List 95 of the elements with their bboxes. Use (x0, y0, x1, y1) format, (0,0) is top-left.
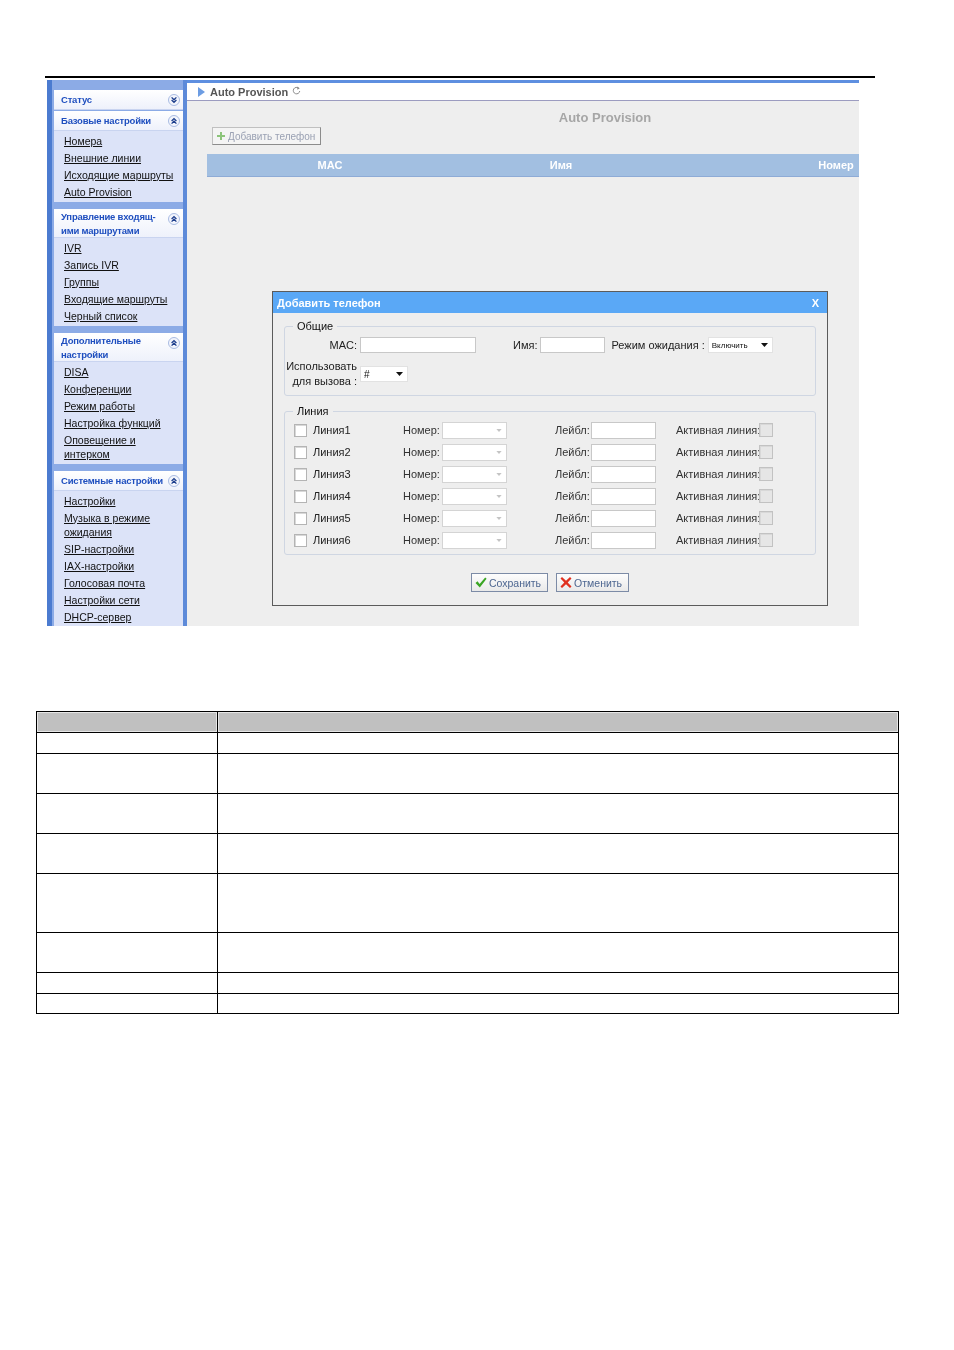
panel-title[interactable]: Статус (61, 93, 92, 107)
label-field[interactable] (591, 531, 656, 549)
triangle-icon (198, 86, 205, 97)
field-label: Номер: (403, 534, 441, 546)
plus-icon (217, 132, 225, 140)
sidebar-link[interactable]: IAX-настройки (64, 557, 135, 574)
label-field[interactable] (591, 443, 656, 461)
field-label: Номер: (403, 468, 441, 480)
caret-icon (760, 343, 768, 347)
sidebar-link[interactable]: DHCP-сервер (64, 608, 132, 625)
sidebar-link[interactable]: Исходящие маршруты (64, 166, 174, 183)
panel-title[interactable]: Дополнительные настройки (61, 334, 167, 361)
sidebar-link[interactable]: DISA (64, 363, 89, 380)
line-label: Линия5 (313, 512, 352, 524)
checkbox[interactable] (294, 423, 307, 437)
name-field[interactable] (540, 337, 606, 353)
field-label: Номер: (403, 424, 441, 436)
cross-icon (560, 577, 573, 588)
sidebar-link[interactable]: Оповещение и интерком (64, 431, 175, 462)
field-label: MAC: (328, 339, 357, 351)
label-field[interactable] (591, 465, 656, 483)
field-label: Лейбл: (555, 468, 591, 480)
panel-title[interactable]: Системные настройки (61, 474, 163, 488)
field-label: Лейбл: (555, 512, 591, 524)
sidebar-link[interactable]: Auto Provision (64, 183, 132, 200)
line-label: Линия3 (313, 468, 352, 480)
caret-icon (496, 538, 502, 542)
line-label: Линия6 (313, 534, 352, 546)
panel-title[interactable]: Управление входящ-ими маршрутами (61, 210, 167, 237)
caret-icon (496, 450, 502, 454)
sidebar-link[interactable]: Режим работы (64, 397, 135, 414)
label-field[interactable] (591, 509, 656, 527)
field-label: Номер: (403, 512, 441, 524)
double-chevron-up-icon[interactable] (168, 475, 180, 487)
line-label: Линия4 (313, 490, 352, 502)
field-label: Активная линия: (676, 468, 759, 480)
hold-mode-select[interactable]: Включить (707, 337, 773, 353)
sidebar-link[interactable]: Номера (64, 132, 103, 149)
double-chevron-up-icon[interactable] (168, 337, 180, 349)
caret-icon (396, 372, 403, 376)
caret-icon (496, 516, 502, 520)
fieldset-legend: Общие (293, 320, 338, 332)
fieldset-legend: Линия (293, 405, 333, 417)
field-label: Активная линия: (676, 490, 759, 502)
page-heading: Auto Provision (557, 109, 653, 126)
field-label: Использовать для вызова : (285, 359, 357, 389)
field-label: Лейбл: (555, 446, 591, 458)
mac-field[interactable] (360, 337, 476, 353)
checkbox[interactable] (294, 511, 307, 525)
check-icon (474, 577, 487, 588)
call-key-select[interactable]: # (360, 366, 408, 382)
double-chevron-down-icon[interactable] (168, 94, 180, 106)
field-label: Лейбл: (555, 424, 591, 436)
double-chevron-up-icon[interactable] (168, 115, 180, 127)
sidebar-link[interactable]: Входящие маршруты (64, 290, 168, 307)
save-button[interactable]: Сохранить (470, 573, 549, 592)
field-label: Активная линия: (676, 424, 759, 436)
sidebar-link[interactable]: Конференции (64, 380, 132, 397)
sidebar-link[interactable]: Настройка функций (64, 414, 161, 431)
sidebar-link[interactable]: Черный список (64, 307, 138, 324)
refresh-icon[interactable] (292, 85, 302, 95)
panel-title[interactable]: Базовые настройки (61, 114, 151, 128)
checkbox[interactable] (294, 489, 307, 503)
line-label: Линия1 (313, 424, 352, 436)
field-label: Имя: (513, 339, 538, 351)
label-field[interactable] (591, 421, 656, 439)
sidebar-link[interactable]: Настройки сети (64, 591, 140, 608)
sidebar-link[interactable]: Запись IVR (64, 256, 119, 273)
sidebar-link[interactable]: Группы (64, 273, 99, 290)
checkbox[interactable] (294, 445, 307, 459)
label-field[interactable] (591, 487, 656, 505)
sidebar-link[interactable]: IVR (64, 239, 82, 256)
checkbox[interactable] (294, 467, 307, 481)
field-label: Активная линия: (676, 512, 759, 524)
field-label: Активная линия: (676, 446, 759, 458)
field-label: Активная линия: (676, 534, 759, 546)
checkbox[interactable] (294, 533, 307, 547)
field-label: Номер: (403, 490, 441, 502)
dialog-title: Добавить телефон (277, 296, 381, 309)
line-label: Линия2 (313, 446, 352, 458)
sidebar-link[interactable]: Музыка в режиме ожидания (64, 509, 175, 540)
cancel-button[interactable]: Отменить (556, 573, 630, 592)
field-label: Номер: (403, 446, 441, 458)
field-label: Режим ожидания : (611, 339, 705, 351)
caret-icon (496, 472, 502, 476)
field-label: Лейбл: (555, 534, 591, 546)
sidebar-link[interactable]: Внешние линии (64, 149, 141, 166)
breadcrumb-title: Auto Provision (210, 85, 289, 98)
sidebar-link[interactable]: SIP-настройки (64, 540, 135, 557)
sidebar-link[interactable]: Голосовая почта (64, 574, 146, 591)
caret-icon (496, 428, 502, 432)
caret-icon (496, 494, 502, 498)
field-label: Лейбл: (555, 490, 591, 502)
sidebar-link[interactable]: Настройки (64, 492, 116, 509)
double-chevron-up-icon[interactable] (168, 213, 180, 225)
